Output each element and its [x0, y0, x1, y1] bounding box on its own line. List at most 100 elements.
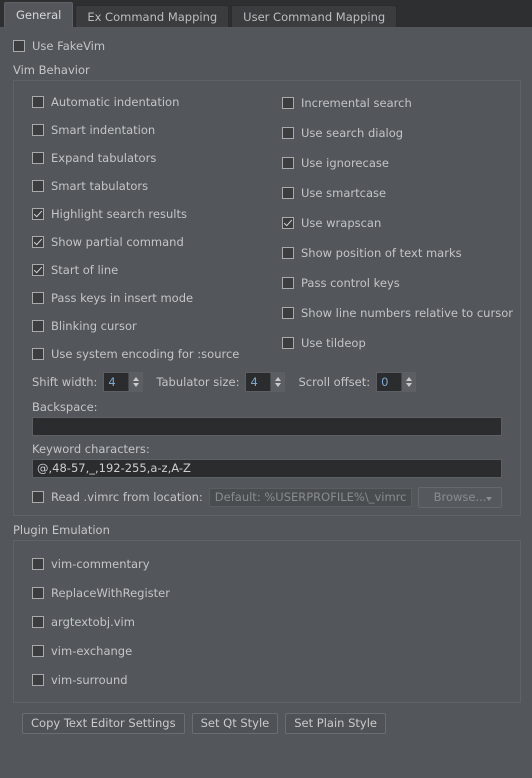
checkbox-box-argtextobj-vim[interactable]: [32, 615, 44, 628]
checkbox-box-pass-control-keys[interactable]: [282, 277, 294, 289]
checkbox-box-smart-tabulators[interactable]: [32, 180, 44, 192]
checkbox-use-fakevim[interactable]: Use FakeVim: [9, 35, 523, 57]
checkbox-label-smart-tabulators: Smart tabulators: [51, 179, 149, 193]
group-frame-plugin-emulation: vim-commentary ReplaceWithRegister argte…: [13, 540, 521, 703]
spinbox-tabulator-size[interactable]: 4: [245, 372, 286, 392]
checkbox-label-use-wrapscan: Use wrapscan: [301, 216, 382, 230]
checkbox-blinking-cursor[interactable]: Blinking cursor: [32, 312, 282, 340]
copy-text-editor-settings-button[interactable]: Copy Text Editor Settings: [22, 713, 185, 734]
spinbox-value-scroll-offset[interactable]: 0: [377, 373, 401, 391]
vim-behavior-left-column: Automatic indentation Smart indentation …: [32, 88, 282, 368]
input-vimrc-path[interactable]: Default: %USERPROFILE%\_vimrc: [208, 487, 412, 507]
tab-user-command-mapping[interactable]: User Command Mapping: [231, 5, 398, 27]
spinbox-buttons-scroll-offset[interactable]: [401, 373, 416, 391]
checkbox-box-incremental-search[interactable]: [282, 97, 294, 109]
checkbox-box-use-search-dialog[interactable]: [282, 127, 294, 139]
checkbox-label-expand-tabulators: Expand tabulators: [51, 151, 157, 165]
vim-behavior-right-column: Incremental search Use search dialog Use…: [282, 88, 520, 368]
browse-button[interactable]: Browse...: [418, 486, 502, 508]
checkbox-argtextobj-vim[interactable]: argtextobj.vim: [32, 607, 520, 636]
checkbox-show-line-numbers-relative-to-cursor[interactable]: Show line numbers relative to cursor: [282, 298, 520, 328]
checkbox-box-vim-commentary[interactable]: [32, 557, 44, 570]
tab-general[interactable]: General: [4, 2, 74, 27]
tab-bar: General Ex Command Mapping User Command …: [0, 0, 532, 27]
checkbox-box-use-fakevim[interactable]: [13, 40, 25, 52]
bottom-button-row: Copy Text Editor Settings Set Qt Style S…: [9, 713, 523, 734]
label-tabulator-size: Tabulator size:: [156, 375, 240, 389]
browse-button-label: Browse...: [433, 489, 487, 504]
checkbox-box-show-line-numbers-relative-to-cursor[interactable]: [282, 307, 294, 319]
checkbox-label-use-tildeop: Use tildeop: [301, 336, 366, 350]
checkbox-box-automatic-indentation[interactable]: [32, 96, 44, 108]
checkbox-box-show-position-of-text-marks[interactable]: [282, 247, 294, 259]
spinbox-down-arrow-icon[interactable]: [274, 383, 281, 387]
plugin-emulation-list: vim-commentary ReplaceWithRegister argte…: [14, 549, 520, 694]
checkbox-automatic-indentation[interactable]: Automatic indentation: [32, 88, 282, 116]
checkbox-box-highlight-search-results[interactable]: [32, 208, 44, 220]
checkbox-show-partial-command[interactable]: Show partial command: [32, 228, 282, 256]
checkbox-box-expand-tabulators[interactable]: [32, 152, 44, 164]
checkbox-box-use-ignorecase[interactable]: [282, 157, 294, 169]
checkbox-pass-keys-in-insert-mode[interactable]: Pass keys in insert mode: [32, 284, 282, 312]
spinbox-buttons-tabulator-size[interactable]: [270, 373, 285, 391]
spinbox-down-arrow-icon[interactable]: [132, 383, 139, 387]
spinbox-value-shift-width[interactable]: 4: [104, 373, 128, 391]
checkbox-label-show-position-of-text-marks: Show position of text marks: [301, 246, 462, 260]
spinbox-scroll-offset[interactable]: 0: [376, 372, 417, 392]
checkbox-box-read-vimrc-from-location[interactable]: [32, 491, 44, 503]
spinbox-buttons-shift-width[interactable]: [128, 373, 143, 391]
checkbox-box-use-system-encoding-for-source[interactable]: [32, 348, 44, 360]
checkbox-use-search-dialog[interactable]: Use search dialog: [282, 118, 520, 148]
tab-ex-command-mapping[interactable]: Ex Command Mapping: [75, 5, 230, 27]
numeric-settings-row: Shift width: 4 Tabulator size: 4 Scroll …: [14, 370, 520, 394]
checkbox-label-automatic-indentation: Automatic indentation: [51, 95, 180, 109]
checkbox-show-position-of-text-marks[interactable]: Show position of text marks: [282, 238, 520, 268]
checkbox-box-blinking-cursor[interactable]: [32, 320, 44, 332]
spinbox-up-arrow-icon[interactable]: [274, 377, 281, 381]
checkbox-use-tildeop[interactable]: Use tildeop: [282, 328, 520, 358]
checkbox-box-pass-keys-in-insert-mode[interactable]: [32, 292, 44, 304]
spinbox-shift-width[interactable]: 4: [103, 372, 144, 392]
checkbox-box-use-tildeop[interactable]: [282, 337, 294, 349]
set-qt-style-button[interactable]: Set Qt Style: [191, 713, 279, 734]
checkbox-use-wrapscan[interactable]: Use wrapscan: [282, 208, 520, 238]
checkbox-pass-control-keys[interactable]: Pass control keys: [282, 268, 520, 298]
checkbox-smart-tabulators[interactable]: Smart tabulators: [32, 172, 282, 200]
checkbox-box-vim-exchange[interactable]: [32, 644, 44, 657]
checkbox-label-vim-surround: vim-surround: [51, 672, 128, 687]
checkbox-use-ignorecase[interactable]: Use ignorecase: [282, 148, 520, 178]
input-keyword-characters[interactable]: @,48-57,_,192-255,a-z,A-Z: [32, 459, 502, 478]
label-keyword-characters: Keyword characters:: [32, 442, 150, 456]
checkbox-box-vim-surround[interactable]: [32, 673, 44, 686]
checkbox-label-pass-control-keys: Pass control keys: [301, 276, 400, 290]
spinbox-down-arrow-icon[interactable]: [405, 383, 412, 387]
set-plain-style-button[interactable]: Set Plain Style: [285, 713, 386, 734]
checkbox-vim-commentary[interactable]: vim-commentary: [32, 549, 520, 578]
checkbox-use-system-encoding-for-source[interactable]: Use system encoding for :source: [32, 340, 282, 368]
checkbox-label-incremental-search: Incremental search: [301, 96, 412, 110]
checkbox-box-replacewithregister[interactable]: [32, 586, 44, 599]
checkbox-expand-tabulators[interactable]: Expand tabulators: [32, 144, 282, 172]
checkbox-box-show-partial-command[interactable]: [32, 236, 44, 248]
checkbox-vim-surround[interactable]: vim-surround: [32, 665, 520, 694]
checkbox-box-use-smartcase[interactable]: [282, 187, 294, 199]
checkbox-highlight-search-results[interactable]: Highlight search results: [32, 200, 282, 228]
input-backspace[interactable]: [32, 417, 502, 436]
spinbox-up-arrow-icon[interactable]: [132, 377, 139, 381]
checkbox-label-use-ignorecase: Use ignorecase: [301, 156, 389, 170]
checkbox-start-of-line[interactable]: Start of line: [32, 256, 282, 284]
checkbox-label-use-system-encoding-for-source: Use system encoding for :source: [51, 347, 240, 361]
checkbox-smart-indentation[interactable]: Smart indentation: [32, 116, 282, 144]
vim-behavior-columns: Automatic indentation Smart indentation …: [14, 88, 520, 368]
checkbox-box-use-wrapscan[interactable]: [282, 217, 294, 229]
checkbox-replacewithregister[interactable]: ReplaceWithRegister: [32, 578, 520, 607]
checkbox-incremental-search[interactable]: Incremental search: [282, 88, 520, 118]
checkbox-box-start-of-line[interactable]: [32, 264, 44, 276]
checkbox-use-smartcase[interactable]: Use smartcase: [282, 178, 520, 208]
checkbox-label-vim-commentary: vim-commentary: [51, 556, 150, 571]
checkbox-box-smart-indentation[interactable]: [32, 124, 44, 136]
spinbox-up-arrow-icon[interactable]: [405, 377, 412, 381]
spinbox-value-tabulator-size[interactable]: 4: [246, 373, 270, 391]
checkbox-vim-exchange[interactable]: vim-exchange: [32, 636, 520, 665]
checkbox-label-highlight-search-results: Highlight search results: [51, 207, 187, 221]
